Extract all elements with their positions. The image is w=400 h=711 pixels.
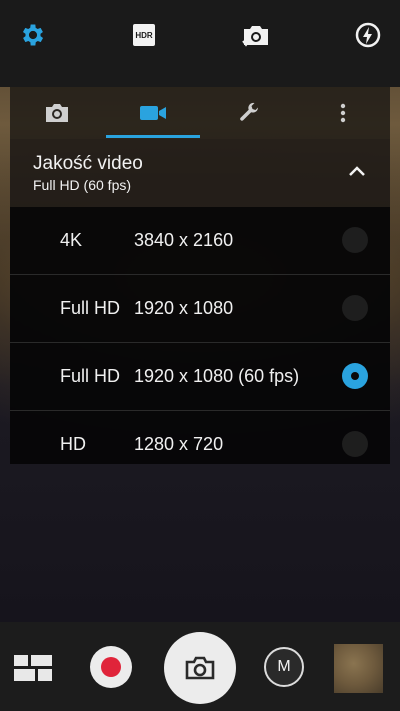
video-quality-options: 4K 3840 x 2160 Full HD 1920 x 1080 Full … xyxy=(10,207,390,464)
tab-video[interactable] xyxy=(106,87,200,139)
option-name: 4K xyxy=(60,230,83,250)
bottom-toolbar: M xyxy=(0,622,400,711)
layout-grid-icon[interactable] xyxy=(14,655,52,681)
option-resolution: 1280 x 720 xyxy=(134,434,224,454)
section-subtitle: Full HD (60 fps) xyxy=(33,177,132,193)
wrench-icon xyxy=(240,102,259,121)
hdr-label: HDR xyxy=(135,30,153,40)
record-button[interactable] xyxy=(90,646,132,688)
tab-tools[interactable] xyxy=(202,87,296,139)
tab-photo[interactable] xyxy=(10,87,104,139)
more-vert-icon xyxy=(340,103,346,123)
option-resolution: 1920 x 1080 (60 fps) xyxy=(134,366,300,386)
list-item[interactable]: Full HD 1920 x 1080 xyxy=(10,275,390,343)
video-camera-icon xyxy=(140,106,166,120)
camera-icon xyxy=(46,104,68,122)
flash-auto-icon[interactable] xyxy=(351,18,385,52)
video-quality-header[interactable]: Jakość video Full HD (60 fps) xyxy=(10,139,390,207)
mode-label: M xyxy=(277,658,291,675)
option-name: Full HD xyxy=(60,366,121,386)
option-resolution: 1920 x 1080 xyxy=(134,298,234,318)
radio-button[interactable] xyxy=(342,227,368,253)
manual-mode-button[interactable]: M xyxy=(264,647,304,687)
settings-panel: Jakość video Full HD (60 fps) 4K 3840 x … xyxy=(10,87,390,464)
chevron-up-icon[interactable] xyxy=(348,165,366,177)
radio-button[interactable] xyxy=(342,431,368,457)
settings-gear-icon[interactable] xyxy=(16,18,50,52)
radio-button-selected[interactable] xyxy=(342,363,368,389)
option-name: Full HD xyxy=(60,298,121,318)
camera-icon xyxy=(185,656,215,680)
list-item[interactable]: 4K 3840 x 2160 xyxy=(10,207,390,275)
option-resolution: 3840 x 2160 xyxy=(134,230,234,250)
gallery-thumbnail[interactable] xyxy=(334,644,383,693)
list-item[interactable]: Full HD 1920 x 1080 (60 fps) xyxy=(10,343,390,411)
radio-button[interactable] xyxy=(342,295,368,321)
list-item[interactable]: HD 1280 x 720 xyxy=(10,411,390,464)
section-title: Jakość video xyxy=(33,153,143,174)
top-toolbar: HDR xyxy=(0,0,400,87)
option-name: HD xyxy=(60,434,86,454)
settings-tabs xyxy=(10,87,390,139)
tab-more[interactable] xyxy=(296,87,390,139)
shutter-button[interactable] xyxy=(164,632,236,704)
selected-tab-indicator xyxy=(106,135,200,138)
hdr-icon[interactable]: HDR xyxy=(127,18,161,52)
switch-camera-icon[interactable] xyxy=(239,18,273,52)
